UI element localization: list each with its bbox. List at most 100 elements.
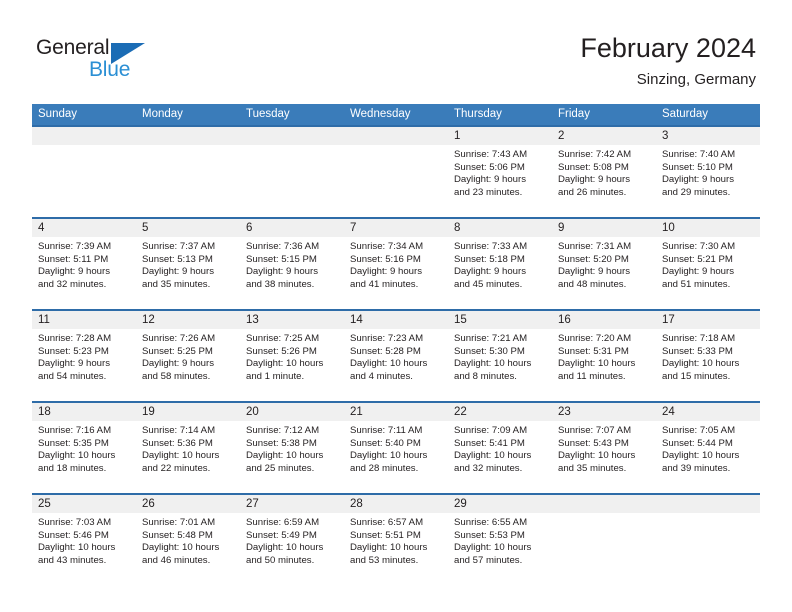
sunset-text: Sunset: 5:26 PM (246, 345, 317, 357)
day-number[interactable] (552, 495, 656, 513)
week-detail-band: Sunrise: 7:16 AM Sunset: 5:35 PM Dayligh… (32, 421, 760, 493)
day-cell[interactable]: Sunrise: 7:21 AM Sunset: 5:30 PM Dayligh… (448, 329, 552, 401)
day-cell[interactable]: Sunrise: 6:55 AM Sunset: 5:53 PM Dayligh… (448, 513, 552, 585)
day-number[interactable]: 7 (344, 219, 448, 237)
page-title: February 2024 (580, 33, 756, 63)
day-number[interactable]: 12 (136, 311, 240, 329)
weekday-header-tuesday: Tuesday (246, 108, 290, 120)
day-number[interactable] (344, 127, 448, 145)
day-number[interactable]: 10 (656, 219, 760, 237)
day-number[interactable]: 6 (240, 219, 344, 237)
day-number[interactable]: 5 (136, 219, 240, 237)
day-cell[interactable]: Sunrise: 7:05 AM Sunset: 5:44 PM Dayligh… (656, 421, 760, 493)
day-number[interactable] (656, 495, 760, 513)
weekday-header-friday: Friday (558, 108, 590, 120)
daylight-text-line2: and 26 minutes. (558, 186, 627, 198)
daylight-text-line1: Daylight: 9 hours (662, 266, 734, 278)
daylight-text-line2: and 25 minutes. (246, 462, 315, 474)
day-cell[interactable]: Sunrise: 7:31 AM Sunset: 5:20 PM Dayligh… (552, 237, 656, 309)
day-cell[interactable]: Sunrise: 7:34 AM Sunset: 5:16 PM Dayligh… (344, 237, 448, 309)
day-cell[interactable]: Sunrise: 7:18 AM Sunset: 5:33 PM Dayligh… (656, 329, 760, 401)
day-number[interactable]: 8 (448, 219, 552, 237)
day-cell[interactable]: Sunrise: 7:25 AM Sunset: 5:26 PM Dayligh… (240, 329, 344, 401)
day-number[interactable]: 20 (240, 403, 344, 421)
day-cell[interactable] (344, 145, 448, 217)
day-cell[interactable]: Sunrise: 7:33 AM Sunset: 5:18 PM Dayligh… (448, 237, 552, 309)
sunrise-text: Sunrise: 7:43 AM (454, 149, 528, 160)
day-number[interactable]: 19 (136, 403, 240, 421)
week-row: 1 2 3 Sunrise: 7:43 AM Sunset: 5:06 PM D… (32, 125, 760, 217)
day-number[interactable]: 27 (240, 495, 344, 513)
day-cell[interactable]: Sunrise: 7:11 AM Sunset: 5:40 PM Dayligh… (344, 421, 448, 493)
day-cell[interactable]: Sunrise: 7:43 AM Sunset: 5:06 PM Dayligh… (448, 145, 552, 217)
day-number[interactable]: 11 (32, 311, 136, 329)
day-cell[interactable]: Sunrise: 7:14 AM Sunset: 5:36 PM Dayligh… (136, 421, 240, 493)
week-daynumber-band: 1 2 3 (32, 127, 760, 145)
daylight-text-line1: Daylight: 10 hours (350, 542, 428, 554)
sunrise-text: Sunrise: 7:11 AM (350, 425, 423, 436)
day-cell[interactable] (136, 145, 240, 217)
day-number[interactable]: 3 (656, 127, 760, 145)
weekday-header-row: Sunday Monday Tuesday Wednesday Thursday… (32, 104, 760, 125)
day-cell[interactable]: Sunrise: 7:26 AM Sunset: 5:25 PM Dayligh… (136, 329, 240, 401)
day-cell[interactable]: Sunrise: 7:03 AM Sunset: 5:46 PM Dayligh… (32, 513, 136, 585)
day-cell[interactable] (656, 513, 760, 585)
day-number[interactable]: 23 (552, 403, 656, 421)
day-cell[interactable]: Sunrise: 7:01 AM Sunset: 5:48 PM Dayligh… (136, 513, 240, 585)
day-number[interactable]: 18 (32, 403, 136, 421)
daylight-text-line1: Daylight: 10 hours (454, 358, 532, 370)
sunset-text: Sunset: 5:20 PM (558, 253, 629, 265)
sunset-text: Sunset: 5:33 PM (662, 345, 733, 357)
day-number[interactable]: 28 (344, 495, 448, 513)
day-number[interactable]: 1 (448, 127, 552, 145)
day-cell[interactable]: Sunrise: 7:37 AM Sunset: 5:13 PM Dayligh… (136, 237, 240, 309)
day-cell[interactable]: Sunrise: 6:59 AM Sunset: 5:49 PM Dayligh… (240, 513, 344, 585)
day-number[interactable]: 4 (32, 219, 136, 237)
day-number[interactable] (136, 127, 240, 145)
day-number[interactable]: 17 (656, 311, 760, 329)
day-cell[interactable]: Sunrise: 7:09 AM Sunset: 5:41 PM Dayligh… (448, 421, 552, 493)
daylight-text-line2: and 46 minutes. (142, 554, 211, 566)
daylight-text-line1: Daylight: 9 hours (454, 174, 526, 186)
day-number[interactable]: 26 (136, 495, 240, 513)
day-cell[interactable]: Sunrise: 6:57 AM Sunset: 5:51 PM Dayligh… (344, 513, 448, 585)
day-number[interactable] (240, 127, 344, 145)
day-number[interactable]: 25 (32, 495, 136, 513)
daylight-text-line1: Daylight: 10 hours (558, 358, 636, 370)
sunset-text: Sunset: 5:46 PM (38, 529, 109, 541)
day-number[interactable]: 22 (448, 403, 552, 421)
day-number[interactable]: 14 (344, 311, 448, 329)
day-cell[interactable]: Sunrise: 7:40 AM Sunset: 5:10 PM Dayligh… (656, 145, 760, 217)
day-number[interactable]: 15 (448, 311, 552, 329)
day-number[interactable]: 16 (552, 311, 656, 329)
day-number[interactable]: 21 (344, 403, 448, 421)
day-number[interactable]: 2 (552, 127, 656, 145)
daylight-text-line1: Daylight: 9 hours (38, 358, 110, 370)
day-cell[interactable]: Sunrise: 7:39 AM Sunset: 5:11 PM Dayligh… (32, 237, 136, 309)
day-number[interactable]: 9 (552, 219, 656, 237)
day-number[interactable] (32, 127, 136, 145)
day-number[interactable]: 29 (448, 495, 552, 513)
day-cell[interactable]: Sunrise: 7:23 AM Sunset: 5:28 PM Dayligh… (344, 329, 448, 401)
day-cell[interactable] (32, 145, 136, 217)
daylight-text-line2: and 4 minutes. (350, 370, 413, 382)
daylight-text-line2: and 58 minutes. (142, 370, 211, 382)
day-cell[interactable]: Sunrise: 7:30 AM Sunset: 5:21 PM Dayligh… (656, 237, 760, 309)
day-cell[interactable]: Sunrise: 7:20 AM Sunset: 5:31 PM Dayligh… (552, 329, 656, 401)
day-number[interactable]: 24 (656, 403, 760, 421)
sunrise-text: Sunrise: 6:57 AM (350, 517, 424, 528)
day-cell[interactable]: Sunrise: 7:36 AM Sunset: 5:15 PM Dayligh… (240, 237, 344, 309)
day-cell[interactable] (552, 513, 656, 585)
day-cell[interactable]: Sunrise: 7:07 AM Sunset: 5:43 PM Dayligh… (552, 421, 656, 493)
day-cell[interactable]: Sunrise: 7:28 AM Sunset: 5:23 PM Dayligh… (32, 329, 136, 401)
day-number[interactable]: 13 (240, 311, 344, 329)
sunrise-text: Sunrise: 7:36 AM (246, 241, 320, 252)
day-cell[interactable]: Sunrise: 7:42 AM Sunset: 5:08 PM Dayligh… (552, 145, 656, 217)
weekday-header-sunday: Sunday (38, 108, 78, 120)
day-cell[interactable] (240, 145, 344, 217)
week-row: 4 5 6 7 8 9 10 Sunrise: 7:39 AM Sunset: … (32, 217, 760, 309)
daylight-text-line2: and 50 minutes. (246, 554, 315, 566)
day-cell[interactable]: Sunrise: 7:12 AM Sunset: 5:38 PM Dayligh… (240, 421, 344, 493)
day-cell[interactable]: Sunrise: 7:16 AM Sunset: 5:35 PM Dayligh… (32, 421, 136, 493)
daylight-text-line2: and 38 minutes. (246, 278, 315, 290)
